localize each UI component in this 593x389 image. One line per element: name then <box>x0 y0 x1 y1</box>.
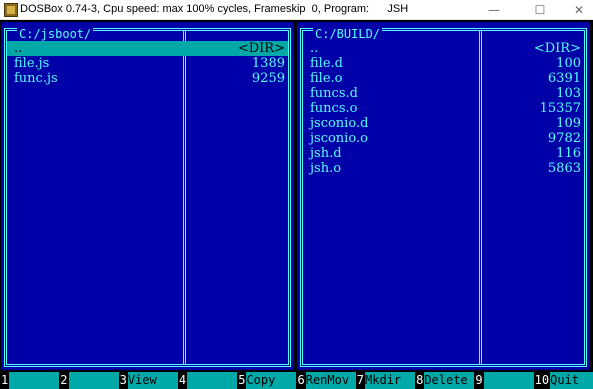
fkey-number: 2 <box>59 372 69 389</box>
maximize-button[interactable]: ☐ <box>526 0 554 19</box>
file-size: 9782 <box>547 131 581 146</box>
f1-key[interactable]: 1 <box>0 372 60 389</box>
file-size: 6391 <box>547 71 581 86</box>
f9-key[interactable]: 9 <box>474 372 534 389</box>
right-panel-frame: C:/BUILD/ .. <DIR> file.d 100 file.o 639… <box>300 27 587 367</box>
fkey-number: 3 <box>118 372 128 389</box>
window-title: DOSBox 0.74-3, Cpu speed: max 100% cycle… <box>20 3 409 15</box>
file-name: funcs.o <box>310 101 358 116</box>
file-name: jsh.d <box>310 146 342 161</box>
f3-view-key[interactable]: 3 View <box>118 372 178 389</box>
file-row[interactable]: jsh.d 116 <box>303 146 584 161</box>
f2-key[interactable]: 2 <box>59 372 119 389</box>
fkey-label <box>68 372 119 389</box>
left-file-panel[interactable]: C:/jsboot/ .. <DIR> file.js 1389 func.js… <box>1 22 294 370</box>
fkey-number: 8 <box>415 372 425 389</box>
file-name: .. <box>14 41 23 56</box>
fkey-number: 6 <box>296 372 306 389</box>
file-name: file.o <box>310 71 343 86</box>
fkey-number: 5 <box>237 372 247 389</box>
file-size: 9259 <box>251 71 285 86</box>
file-size: 15357 <box>539 101 581 116</box>
f10-quit-key[interactable]: 10 Quit <box>533 372 593 389</box>
file-size: <DIR> <box>533 41 581 56</box>
file-name: .. <box>310 41 319 56</box>
fkey-label <box>483 372 534 389</box>
fkey-label: Quit <box>550 372 593 389</box>
file-name: funcs.d <box>310 86 358 101</box>
close-button[interactable]: ✕ <box>565 0 593 19</box>
file-row[interactable]: jsconio.o 9782 <box>303 131 584 146</box>
f4-key[interactable]: 4 <box>177 372 238 389</box>
file-name: jsconio.d <box>310 116 369 131</box>
f8-delete-key[interactable]: 8 Delete <box>415 372 475 389</box>
fkey-label: RenMov <box>305 372 356 389</box>
file-row-parent-dir[interactable]: .. <DIR> <box>7 41 288 56</box>
file-size: 100 <box>556 56 581 71</box>
file-size: 5863 <box>547 161 581 176</box>
file-name: func.js <box>14 71 58 86</box>
fkey-number: 10 <box>533 372 551 389</box>
file-row[interactable]: file.d 100 <box>303 56 584 71</box>
file-row[interactable]: funcs.d 103 <box>303 86 584 101</box>
file-row[interactable]: func.js 9259 <box>7 71 288 86</box>
fkey-label <box>187 372 238 389</box>
file-row[interactable]: file.js 1389 <box>7 56 288 71</box>
fkey-number: 7 <box>355 372 366 389</box>
file-row[interactable]: file.o 6391 <box>303 71 584 86</box>
file-row[interactable]: funcs.o 15357 <box>303 101 584 116</box>
file-name: jsh.o <box>310 161 342 176</box>
left-panel-path: C:/jsboot/ <box>17 27 94 42</box>
fkey-number: 9 <box>474 372 484 389</box>
f7-mkdir-key[interactable]: 7 Mkdir <box>355 372 416 389</box>
dos-screen: C:/jsboot/ .. <DIR> file.js 1389 func.js… <box>0 20 593 389</box>
fkey-label: Copy <box>246 372 297 389</box>
file-size: 103 <box>556 86 581 101</box>
fkey-label: Delete <box>424 372 475 389</box>
fkey-label: Mkdir <box>365 372 416 389</box>
file-row[interactable]: jsh.o 5863 <box>303 161 584 176</box>
fkey-number: 4 <box>177 372 188 389</box>
right-file-list: .. <DIR> file.d 100 file.o 6391 funcs.d … <box>303 41 584 176</box>
minimize-button[interactable]: — <box>480 0 508 19</box>
f6-renmov-key[interactable]: 6 RenMov <box>296 372 356 389</box>
function-key-bar: 1 2 3 View 4 5 Copy 6 RenMov 7 Mkdir 8 D… <box>0 372 593 389</box>
f5-copy-key[interactable]: 5 Copy <box>237 372 297 389</box>
left-file-list: .. <DIR> file.js 1389 func.js 9259 <box>7 41 288 86</box>
left-panel-frame: C:/jsboot/ .. <DIR> file.js 1389 func.js… <box>4 27 291 367</box>
file-size: 109 <box>556 116 581 131</box>
fkey-label <box>9 372 60 389</box>
fkey-label: View <box>127 372 178 389</box>
file-name: jsconio.o <box>310 131 368 146</box>
file-name: file.d <box>310 56 343 71</box>
dosbox-icon <box>4 3 18 17</box>
right-file-panel[interactable]: C:/BUILD/ .. <DIR> file.d 100 file.o 639… <box>297 22 590 370</box>
right-panel-path: C:/BUILD/ <box>313 27 383 42</box>
file-name: file.js <box>14 56 50 71</box>
window-title-bar: DOSBox 0.74-3, Cpu speed: max 100% cycle… <box>0 0 593 20</box>
file-size: <DIR> <box>237 41 285 56</box>
fkey-number: 1 <box>0 372 10 389</box>
file-row[interactable]: jsconio.d 109 <box>303 116 584 131</box>
file-size: 1389 <box>251 56 285 71</box>
file-size: 116 <box>556 146 581 161</box>
file-row-parent-dir[interactable]: .. <DIR> <box>303 41 584 56</box>
